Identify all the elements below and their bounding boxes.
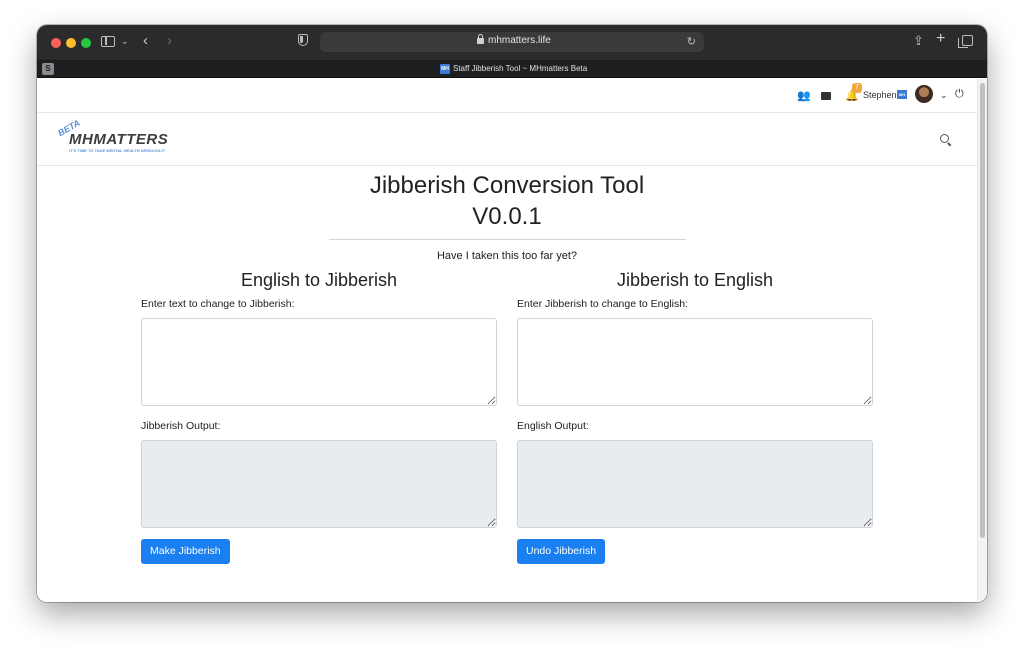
chevron-down-icon[interactable]: ⌄ xyxy=(121,35,129,48)
address-bar[interactable]: mhmatters.life ↻ xyxy=(320,32,704,52)
input-label: Enter Jibberish to change to English: xyxy=(517,298,689,310)
tab-favicon-icon: MH xyxy=(440,64,450,74)
privacy-shield-icon[interactable] xyxy=(298,34,308,46)
user-badge-icon: MH xyxy=(897,90,907,99)
tab-strip: S MH Staff Jibberish Tool ~ MHmatters Be… xyxy=(37,61,987,78)
english-output[interactable] xyxy=(517,440,873,528)
scrollbar-thumb[interactable] xyxy=(980,83,985,538)
english-to-jibberish-panel: English to Jibberish Enter text to chang… xyxy=(141,269,497,564)
mail-icon[interactable] xyxy=(821,92,831,100)
page-tagline: Have I taken this too far yet? xyxy=(436,250,578,262)
page-title: Jibberish Conversion Tool V0.0.1 xyxy=(37,170,977,232)
tab-title[interactable]: Staff Jibberish Tool ~ MHmatters Beta xyxy=(453,64,587,73)
avatar[interactable] xyxy=(915,85,933,103)
new-tab-icon[interactable]: + xyxy=(936,31,945,47)
pinned-tab[interactable]: S xyxy=(42,63,54,75)
url-text: mhmatters.life xyxy=(488,35,551,46)
chevron-down-icon[interactable]: ⌄ xyxy=(940,90,948,101)
share-icon[interactable]: ⇪ xyxy=(913,34,924,47)
jibberish-to-english-panel: Jibberish to English Enter Jibberish to … xyxy=(517,269,873,564)
output-label: English Output: xyxy=(517,420,589,432)
make-jibberish-button[interactable]: Make Jibberish xyxy=(141,539,230,564)
english-input[interactable] xyxy=(141,318,497,406)
jibberish-output[interactable] xyxy=(141,440,497,528)
logo-tagline: IT'S TIME TO TAKE MENTAL HEALTH SERIOUSL… xyxy=(69,148,165,153)
browser-toolbar: ⌄ ‹ › mhmatters.life ↻ ⇪ + xyxy=(37,25,987,61)
close-window-button[interactable] xyxy=(51,38,61,48)
main-content: Jibberish Conversion Tool V0.0.1 Have I … xyxy=(37,167,977,602)
zoom-window-button[interactable] xyxy=(81,38,91,48)
title-divider xyxy=(329,239,686,240)
page-title-line1: Jibberish Conversion Tool xyxy=(369,172,645,199)
search-icon[interactable] xyxy=(940,134,949,143)
notification-badge: 7 xyxy=(852,83,862,93)
panel-heading: English to Jibberish xyxy=(240,270,398,290)
forward-arrow-icon[interactable]: › xyxy=(167,33,172,48)
back-arrow-icon[interactable]: ‹ xyxy=(143,33,148,48)
site-topbar: 👥 🔔 7 Stephen MH ⌄ ⏻ xyxy=(37,79,977,113)
reload-icon[interactable]: ↻ xyxy=(687,35,696,48)
tab-overview-icon[interactable] xyxy=(958,35,973,48)
page-title-line2: V0.0.1 xyxy=(472,203,542,230)
site-logo[interactable]: BETA MHMATTERS IT'S TIME TO TAKE MENTAL … xyxy=(56,118,197,157)
browser-window: ⌄ ‹ › mhmatters.life ↻ ⇪ + S MH Staff Ji… xyxy=(37,25,987,602)
panel-heading: Jibberish to English xyxy=(616,270,774,290)
logo-text: MHMATTERS xyxy=(69,131,169,148)
brand-bar: BETA MHMATTERS IT'S TIME TO TAKE MENTAL … xyxy=(37,114,977,166)
output-label: Jibberish Output: xyxy=(141,420,221,432)
sidebar-toggle-icon[interactable] xyxy=(101,36,115,47)
web-page: 👥 🔔 7 Stephen MH ⌄ ⏻ BETA MHMATTERS IT'S… xyxy=(37,79,987,602)
jibberish-input[interactable] xyxy=(517,318,873,406)
users-icon[interactable]: 👥 xyxy=(797,91,811,102)
username[interactable]: Stephen xyxy=(863,90,897,100)
undo-jibberish-button[interactable]: Undo Jibberish xyxy=(517,539,606,564)
lock-icon xyxy=(477,34,484,44)
power-icon[interactable]: ⏻ xyxy=(955,89,964,100)
input-label: Enter text to change to Jibberish: xyxy=(141,298,295,310)
scrollbar[interactable] xyxy=(977,79,987,602)
minimize-window-button[interactable] xyxy=(66,38,76,48)
